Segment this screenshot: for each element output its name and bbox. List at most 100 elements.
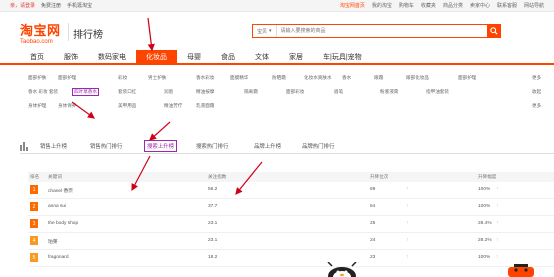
subcat-item[interactable]: 香水彩妆 bbox=[196, 75, 214, 81]
rank-badge: 4 bbox=[30, 236, 38, 245]
subcat-item[interactable]: 身体保养 bbox=[58, 103, 76, 109]
change-cell: 54 bbox=[370, 204, 376, 209]
search-input[interactable] bbox=[276, 25, 499, 37]
collapse-link[interactable]: 收起 bbox=[532, 89, 541, 95]
category-nav: 首页 服饰 数码家电 化妆品 母婴 食品 文体 家居 车|玩具|宠物 bbox=[0, 50, 554, 65]
subcat-item[interactable]: 隔离霜 bbox=[244, 89, 258, 95]
nav-sports[interactable]: 文体 bbox=[245, 50, 279, 63]
subcat-item[interactable]: 精油按摩 bbox=[196, 89, 214, 95]
cart-widget-icon[interactable] bbox=[500, 262, 542, 277]
more-link[interactable]: 更多 bbox=[532, 103, 541, 109]
pct-cell: 100% bbox=[478, 204, 491, 209]
nav-food[interactable]: 食品 bbox=[211, 50, 245, 63]
topbar-link-favorites[interactable]: 收藏夹 bbox=[421, 2, 436, 9]
page-title: 排行榜 bbox=[73, 30, 103, 41]
topbar-link-seller[interactable]: 卖家中心 bbox=[470, 2, 490, 9]
pct-cell: 28.4% bbox=[478, 221, 492, 226]
subcat-item[interactable]: 男士护肤 bbox=[148, 75, 166, 81]
nav-apparel[interactable]: 服饰 bbox=[54, 50, 88, 63]
subcat-item[interactable]: 眉笔 bbox=[334, 89, 343, 95]
subcat-item[interactable]: 面部彩妆 bbox=[286, 89, 304, 95]
subcat-item-selected[interactable]: 四叶草香水 bbox=[72, 88, 99, 96]
up-arrow-icon: ↑ bbox=[496, 187, 499, 192]
subcat-item[interactable]: 面部护理 bbox=[58, 75, 76, 81]
topbar-link-categories[interactable]: 商品分类 bbox=[443, 2, 463, 9]
nav-home[interactable]: 首页 bbox=[20, 50, 54, 63]
subcat-item[interactable]: 指甲油套装 bbox=[426, 89, 449, 95]
change-cell: 69 bbox=[370, 187, 376, 192]
up-arrow-icon: ↑ bbox=[406, 187, 409, 192]
register-link[interactable]: 免费注册 bbox=[41, 2, 61, 9]
topbar-link-cart[interactable]: 购物车 bbox=[399, 2, 414, 9]
index-cell: 23.1 bbox=[208, 238, 218, 243]
topbar-link-home[interactable]: 淘宝网首页 bbox=[340, 2, 365, 9]
up-arrow-icon: ↑ bbox=[496, 255, 499, 260]
rank-badge: 1 bbox=[30, 185, 38, 194]
subcat-item[interactable]: 香水 彩妆 套装 bbox=[28, 89, 58, 95]
search-type-label: 宝贝 bbox=[257, 28, 268, 35]
keyword-cell[interactable]: 珀莱 bbox=[48, 238, 58, 245]
ranking-table: 排名 关键词 关注指数 升降位次 升降幅度 1 chanel 香奈 56.2 6… bbox=[28, 172, 554, 267]
subcat-item[interactable]: 面部护理 bbox=[458, 75, 476, 81]
table-row[interactable]: 5 fragonard 18.2 23 ↑ 100% ↑ bbox=[28, 250, 554, 267]
subcat-item[interactable]: 乳液面霜 bbox=[196, 103, 214, 109]
subcat-item[interactable]: 润唇 bbox=[164, 89, 173, 95]
table-row[interactable]: 4 珀莱 23.1 24 ↑ 28.2% ↑ bbox=[28, 233, 554, 250]
table-row[interactable]: 3 the body shop 23.1 25 ↑ 28.4% ↑ bbox=[28, 216, 554, 233]
search-box: 宝贝 ▾ bbox=[252, 23, 501, 38]
subcat-item[interactable]: 彩妆 bbox=[118, 75, 127, 81]
search-type-select[interactable]: 宝贝 ▾ bbox=[253, 25, 277, 37]
subcat-item[interactable]: 面膜精华 bbox=[230, 75, 248, 81]
up-arrow-icon: ↑ bbox=[406, 255, 409, 260]
topbar-link-service[interactable]: 联系客服 bbox=[497, 2, 517, 9]
nav-car-toys-pets[interactable]: 车|玩具|宠物 bbox=[313, 50, 372, 63]
top-utility-bar: 亲，请登录 免费注册 手机逛淘宝 淘宝网首页 我的淘宝 购物车 收藏夹 商品分类… bbox=[0, 0, 554, 12]
nav-home-living[interactable]: 家居 bbox=[279, 50, 313, 63]
subcategory-row: 身体护理 身体保养 美甲用品 精油芳疗 乳液面霜 更多 bbox=[28, 100, 554, 114]
subcat-item[interactable]: 精油芳疗 bbox=[164, 103, 182, 109]
search-icon bbox=[490, 26, 498, 35]
tab-sales-hot[interactable]: 销售热门排行 bbox=[90, 142, 122, 150]
index-cell: 37.7 bbox=[208, 204, 218, 209]
keyword-cell[interactable]: fragonard bbox=[48, 255, 69, 260]
tab-sales-rising[interactable]: 销售上升榜 bbox=[40, 142, 67, 150]
table-row[interactable]: 2 anna sui 37.7 54 ↑ 100% ↑ bbox=[28, 199, 554, 216]
header: 淘宝网 Taobao.com 排行榜 宝贝 ▾ bbox=[0, 14, 554, 48]
table-row[interactable]: 1 chanel 香奈 56.2 69 ↑ 100% ↑ bbox=[28, 182, 554, 199]
tab-brand-rising[interactable]: 品牌上升榜 bbox=[254, 142, 281, 150]
keyword-cell[interactable]: chanel 香奈 bbox=[48, 187, 73, 194]
mascot-icon bbox=[327, 262, 357, 277]
nav-cosmetics[interactable]: 化妆品 bbox=[136, 50, 177, 63]
tab-brand-hot[interactable]: 品牌热门排行 bbox=[302, 142, 334, 150]
subcat-item[interactable]: 防晒霜 bbox=[272, 75, 286, 81]
subcat-item[interactable]: 粉底液膏 bbox=[380, 89, 398, 95]
more-link[interactable]: 更多 bbox=[532, 75, 541, 81]
subcat-item[interactable]: 身体护理 bbox=[28, 103, 46, 109]
topbar-link-mytaobao[interactable]: 我的淘宝 bbox=[372, 2, 392, 9]
subcat-item[interactable]: 套装口红 bbox=[118, 89, 136, 95]
up-arrow-icon: ↑ bbox=[496, 204, 499, 209]
col-pct: 升降幅度 bbox=[478, 174, 497, 179]
annotation-arrow bbox=[149, 121, 171, 141]
nav-baby[interactable]: 母婴 bbox=[177, 50, 211, 63]
subcat-item[interactable]: 香水 bbox=[342, 75, 351, 81]
bar-chart-icon bbox=[20, 142, 28, 151]
subcat-item[interactable]: 眼部化妆品 bbox=[406, 75, 429, 81]
rank-badge: 2 bbox=[30, 202, 38, 211]
login-link[interactable]: 亲，请登录 bbox=[10, 2, 35, 9]
pct-cell: 100% bbox=[478, 255, 491, 260]
taobao-logo[interactable]: 淘宝网 Taobao.com bbox=[20, 20, 61, 45]
subcat-item[interactable]: 美甲用品 bbox=[118, 103, 136, 109]
tab-search-rising[interactable]: 搜索上升榜 bbox=[144, 140, 177, 152]
search-button[interactable] bbox=[487, 23, 501, 38]
index-cell: 23.1 bbox=[208, 221, 218, 226]
topbar-link-sitenav[interactable]: 网站导航 bbox=[524, 2, 544, 9]
subcat-item[interactable]: 眼霜 bbox=[374, 75, 383, 81]
nav-digital[interactable]: 数码家电 bbox=[88, 50, 136, 63]
mobile-link[interactable]: 手机逛淘宝 bbox=[67, 2, 92, 9]
subcat-item[interactable]: 化妆水爽肤水 bbox=[304, 75, 332, 81]
tab-search-hot[interactable]: 搜索热门排行 bbox=[196, 142, 228, 150]
subcat-item[interactable]: 面部护肤 bbox=[28, 75, 46, 81]
keyword-cell[interactable]: the body shop bbox=[48, 221, 78, 226]
keyword-cell[interactable]: anna sui bbox=[48, 204, 66, 209]
